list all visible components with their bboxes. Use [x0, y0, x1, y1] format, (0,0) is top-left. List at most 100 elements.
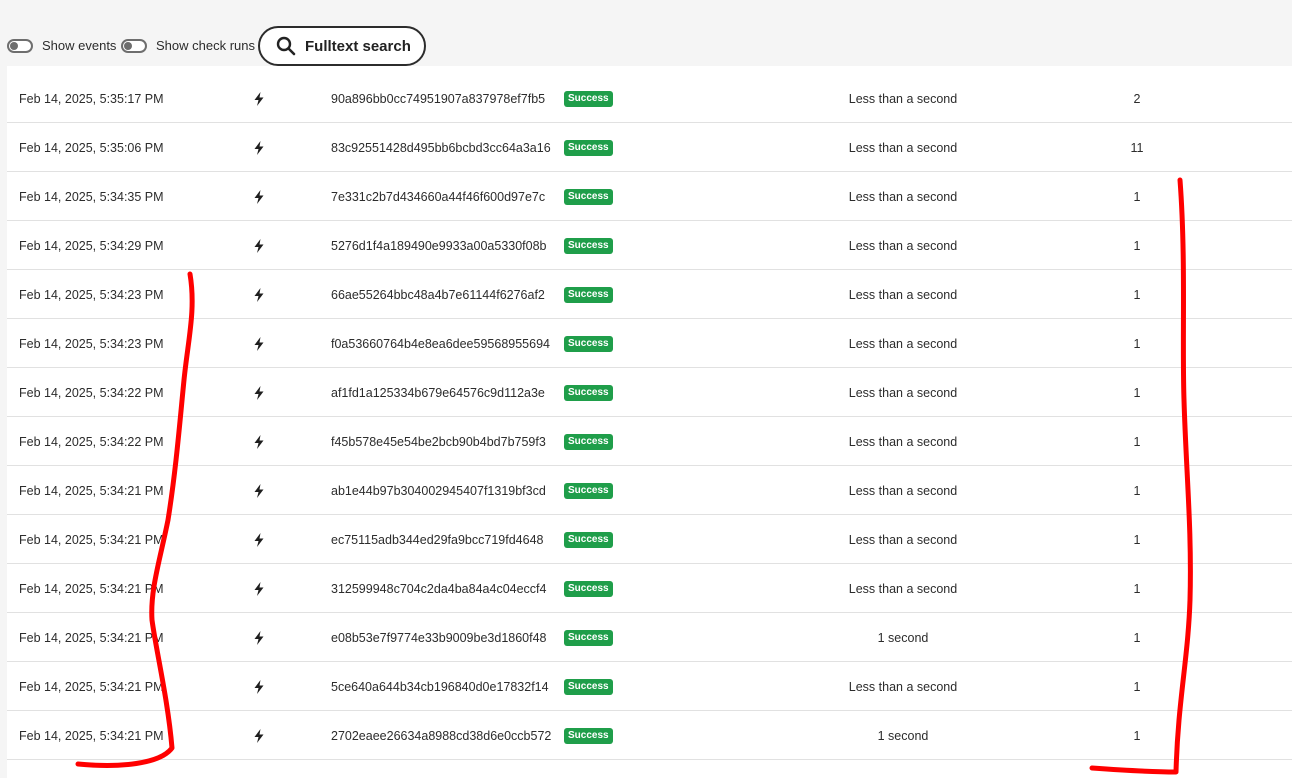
show-events-toggle-group[interactable]: Show events [7, 38, 116, 53]
search-icon [276, 36, 296, 56]
run-id[interactable]: f45b578e45e54be2bcb90b4bd7b759f3 [331, 417, 546, 466]
run-date: Feb 14, 2025, 5:34:22 PM [19, 434, 164, 449]
table-row[interactable]: Feb 14, 2025, 5:34:29 PM 5276d1f4a189490e… [7, 221, 1292, 270]
status-badge: Success [564, 237, 613, 254]
status-cell: Success [564, 564, 613, 613]
table-row[interactable]: Feb 14, 2025, 5:34:21 PM 312599948c704c2d… [7, 564, 1292, 613]
table-row[interactable]: Feb 14, 2025, 5:34:35 PM 7e331c2b7d434660… [7, 172, 1292, 221]
status-cell: Success [564, 74, 613, 123]
run-count: 11 [1130, 140, 1144, 155]
lightning-bolt-icon [251, 417, 267, 466]
status-cell: Success [564, 368, 613, 417]
run-id[interactable]: ab1e44b97b304002945407f1319bf3cd [331, 466, 546, 515]
table-row[interactable]: Feb 14, 2025, 5:35:06 PM 83c92551428d495b… [7, 123, 1292, 172]
lightning-bolt-icon [251, 466, 267, 515]
run-date: Feb 14, 2025, 5:35:17 PM [19, 91, 164, 106]
show-events-label[interactable]: Show events [42, 38, 116, 53]
run-duration: 1 second [877, 728, 929, 743]
show-check-runs-switch[interactable] [121, 38, 147, 53]
run-id[interactable]: 90a896bb0cc74951907a837978ef7fb5 [331, 74, 545, 123]
lightning-bolt-icon [251, 319, 267, 368]
lightning-bolt-icon [251, 123, 267, 172]
run-count: 1 [1133, 581, 1141, 596]
run-id[interactable]: 5276d1f4a189490e9933a00a5330f08b [331, 221, 547, 270]
table-row[interactable]: Feb 14, 2025, 5:34:22 PM af1fd1a125334b67… [7, 368, 1292, 417]
run-count: 1 [1133, 728, 1141, 743]
table-row[interactable]: Feb 14, 2025, 5:34:22 PM f45b578e45e54be2… [7, 417, 1292, 466]
run-date: Feb 14, 2025, 5:34:21 PM [19, 728, 164, 743]
status-cell: Success [564, 270, 613, 319]
status-badge: Success [564, 580, 613, 597]
lightning-bolt-icon [251, 172, 267, 221]
status-badge: Success [564, 482, 613, 499]
table-row[interactable]: Feb 14, 2025, 5:34:21 PM 5ce640a644b34cb1… [7, 662, 1292, 711]
run-id[interactable]: af1fd1a125334b679e64576c9d112a3e [331, 368, 545, 417]
run-duration: Less than a second [848, 189, 958, 204]
run-id[interactable]: 7e331c2b7d434660a44f46f600d97e7c [331, 172, 545, 221]
run-date: Feb 14, 2025, 5:34:23 PM [19, 287, 164, 302]
run-duration: Less than a second [848, 581, 958, 596]
status-badge: Success [564, 188, 613, 205]
status-badge: Success [564, 384, 613, 401]
status-cell: Success [564, 466, 613, 515]
fulltext-search-button[interactable]: Fulltext search [258, 26, 426, 66]
table-row[interactable]: Feb 14, 2025, 5:34:23 PM 66ae55264bbc48a4… [7, 270, 1292, 319]
run-duration: Less than a second [848, 91, 958, 106]
run-id[interactable]: 2702eaee26634a8988cd38d6e0ccb572 [331, 711, 551, 760]
run-duration: Less than a second [848, 287, 958, 302]
status-badge: Success [564, 286, 613, 303]
run-date: Feb 14, 2025, 5:34:29 PM [19, 238, 164, 253]
run-duration: 1 second [877, 630, 929, 645]
status-badge: Success [564, 335, 613, 352]
run-duration: Less than a second [848, 238, 958, 253]
status-badge: Success [564, 531, 613, 548]
status-badge: Success [564, 678, 613, 695]
run-id[interactable]: ec75115adb344ed29fa9bcc719fd4648 [331, 515, 543, 564]
table-row[interactable]: Feb 14, 2025, 5:34:21 PM 2702eaee26634a89… [7, 711, 1292, 760]
toolbar: Show events Show check runs Fulltext sea… [0, 0, 1292, 70]
run-date: Feb 14, 2025, 5:34:23 PM [19, 336, 164, 351]
show-check-runs-label[interactable]: Show check runs [156, 38, 255, 53]
run-duration: Less than a second [848, 140, 958, 155]
run-count: 2 [1133, 91, 1141, 106]
run-count: 1 [1133, 483, 1141, 498]
run-id[interactable]: 5ce640a644b34cb196840d0e17832f14 [331, 662, 549, 711]
run-date: Feb 14, 2025, 5:35:06 PM [19, 140, 164, 155]
status-badge: Success [564, 727, 613, 744]
table-row[interactable]: Feb 14, 2025, 5:35:17 PM 90a896bb0cc74951… [7, 74, 1292, 123]
run-duration: Less than a second [848, 385, 958, 400]
run-id[interactable]: 312599948c704c2da4ba84a4c04eccf4 [331, 564, 546, 613]
table-row[interactable]: Feb 14, 2025, 5:34:21 PM ab1e44b97b304002… [7, 466, 1292, 515]
table-row[interactable]: Feb 14, 2025, 5:34:23 PM f0a53660764b4e8e… [7, 319, 1292, 368]
run-count: 1 [1133, 679, 1141, 694]
status-badge: Success [564, 629, 613, 646]
lightning-bolt-icon [251, 515, 267, 564]
run-id[interactable]: e08b53e7f9774e33b9009be3d1860f48 [331, 613, 547, 662]
status-badge: Success [564, 90, 613, 107]
run-count: 1 [1133, 532, 1141, 547]
table-row[interactable]: Feb 14, 2025, 5:34:21 PM ec75115adb344ed2… [7, 515, 1292, 564]
run-duration: Less than a second [848, 532, 958, 547]
run-count: 1 [1133, 287, 1141, 302]
status-cell: Success [564, 662, 613, 711]
run-count: 1 [1133, 189, 1141, 204]
table-row[interactable]: Feb 14, 2025, 5:34:21 PM e08b53e7f9774e33… [7, 613, 1292, 662]
lightning-bolt-icon [251, 368, 267, 417]
lightning-bolt-icon [251, 221, 267, 270]
show-events-switch[interactable] [7, 38, 33, 53]
lightning-bolt-icon [251, 662, 267, 711]
run-count: 1 [1133, 238, 1141, 253]
run-id[interactable]: 83c92551428d495bb6bcbd3cc64a3a16 [331, 123, 551, 172]
lightning-bolt-icon [251, 74, 267, 123]
lightning-bolt-icon [251, 613, 267, 662]
status-cell: Success [564, 711, 613, 760]
run-id[interactable]: 66ae55264bbc48a4b7e61144f6276af2 [331, 270, 545, 319]
run-id[interactable]: f0a53660764b4e8ea6dee59568955694 [331, 319, 550, 368]
run-count: 1 [1133, 385, 1141, 400]
status-cell: Success [564, 319, 613, 368]
lightning-bolt-icon [251, 270, 267, 319]
status-cell: Success [564, 221, 613, 270]
run-date: Feb 14, 2025, 5:34:21 PM [19, 532, 164, 547]
run-duration: Less than a second [848, 483, 958, 498]
show-check-runs-toggle-group[interactable]: Show check runs [121, 38, 255, 53]
